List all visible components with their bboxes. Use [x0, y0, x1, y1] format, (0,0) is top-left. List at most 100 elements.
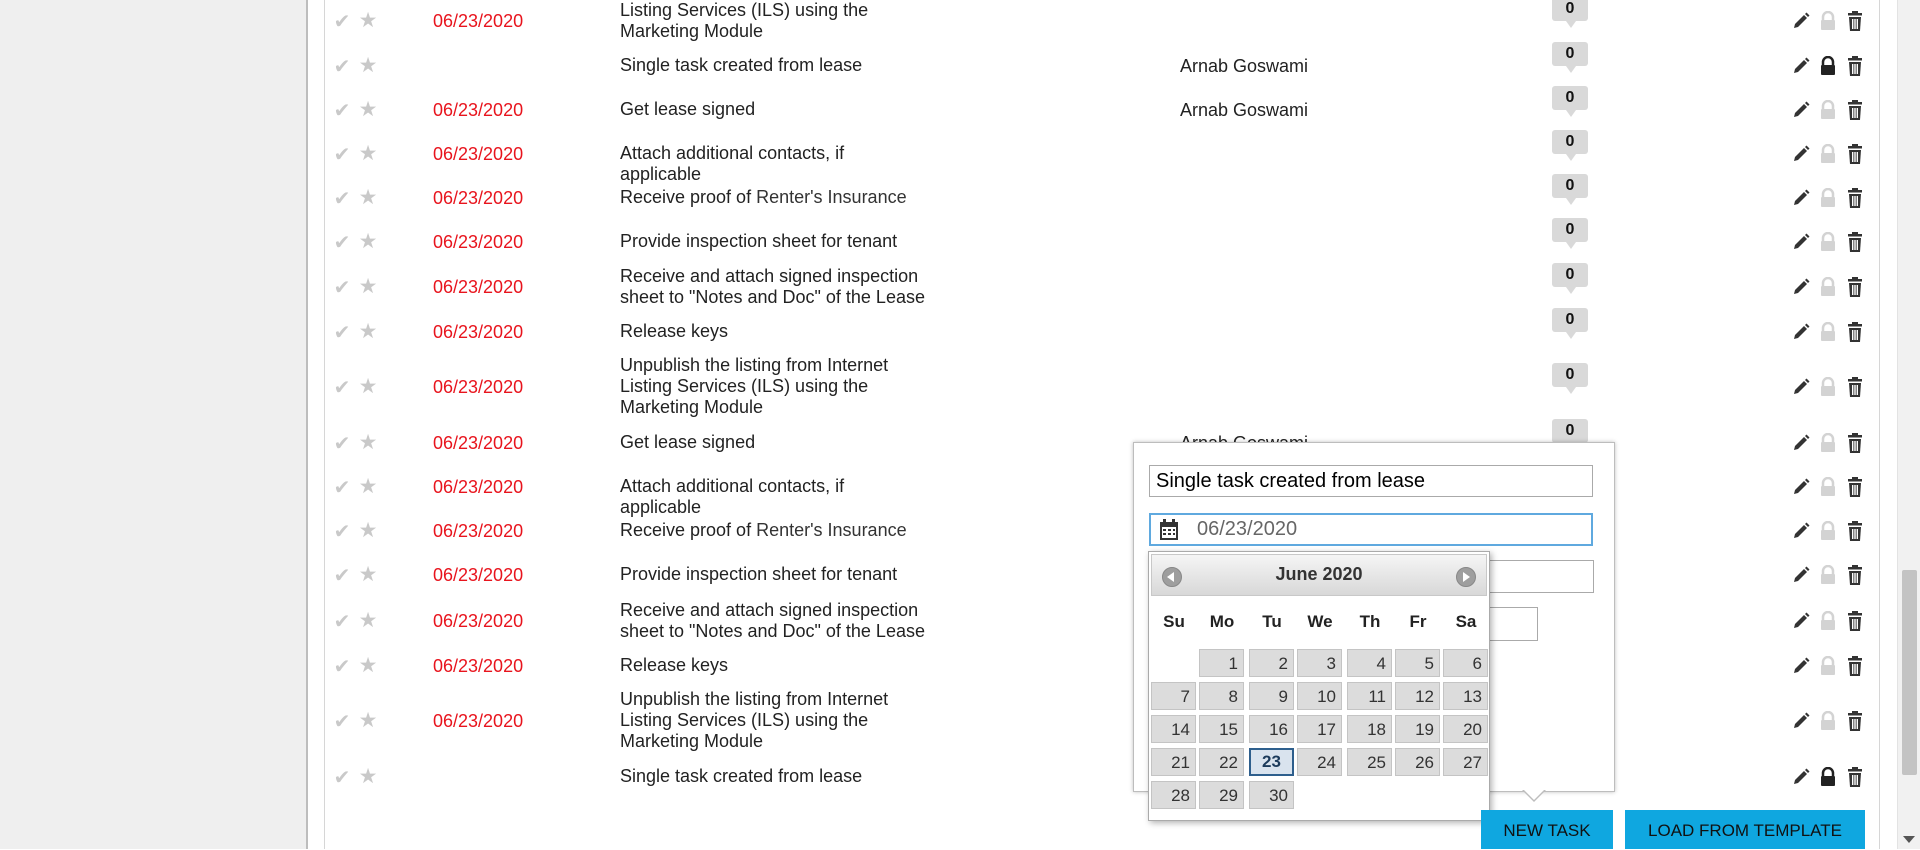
calendar-day[interactable]: 12	[1395, 682, 1440, 710]
star-icon[interactable]: ★	[356, 185, 380, 210]
lock-icon[interactable]	[1817, 54, 1839, 78]
check-icon[interactable]: ✔	[330, 431, 354, 456]
comment-count-badge[interactable]: 0	[1552, 418, 1588, 450]
pencil-icon[interactable]	[1790, 98, 1812, 122]
star-icon[interactable]: ★	[356, 474, 380, 499]
trash-icon[interactable]	[1844, 230, 1866, 254]
check-icon[interactable]: ✔	[330, 9, 354, 34]
pencil-icon[interactable]	[1790, 9, 1812, 33]
star-icon[interactable]: ★	[356, 8, 380, 33]
lock-icon[interactable]	[1817, 186, 1839, 210]
trash-icon[interactable]	[1844, 275, 1866, 299]
calendar-day[interactable]: 18	[1347, 715, 1392, 743]
trash-icon[interactable]	[1844, 519, 1866, 543]
calendar-day[interactable]: 4	[1347, 649, 1392, 677]
due-date-input[interactable]	[1149, 513, 1593, 546]
lock-icon[interactable]	[1817, 519, 1839, 543]
check-icon[interactable]: ✔	[330, 54, 354, 79]
lock-icon[interactable]	[1817, 609, 1839, 633]
star-icon[interactable]: ★	[356, 97, 380, 122]
check-icon[interactable]: ✔	[330, 519, 354, 544]
lock-icon[interactable]	[1817, 9, 1839, 33]
calendar-day[interactable]: 1	[1199, 649, 1244, 677]
check-icon[interactable]: ✔	[330, 654, 354, 679]
task-title-input[interactable]	[1149, 465, 1593, 497]
comment-count-badge[interactable]: 0	[1552, 0, 1588, 28]
calendar-day[interactable]: 15	[1199, 715, 1244, 743]
comment-count-badge[interactable]: 0	[1552, 217, 1588, 249]
star-icon[interactable]: ★	[356, 319, 380, 344]
star-icon[interactable]: ★	[356, 764, 380, 789]
calendar-day[interactable]: 20	[1443, 715, 1488, 743]
scrollbar[interactable]	[1897, 0, 1920, 849]
calendar-day[interactable]: 26	[1395, 748, 1440, 776]
check-icon[interactable]: ✔	[330, 98, 354, 123]
pencil-icon[interactable]	[1790, 609, 1812, 633]
pencil-icon[interactable]	[1790, 142, 1812, 166]
lock-icon[interactable]	[1817, 654, 1839, 678]
check-icon[interactable]: ✔	[330, 563, 354, 588]
check-icon[interactable]: ✔	[330, 709, 354, 734]
pencil-icon[interactable]	[1790, 54, 1812, 78]
check-icon[interactable]: ✔	[330, 609, 354, 634]
lock-icon[interactable]	[1817, 563, 1839, 587]
check-icon[interactable]: ✔	[330, 765, 354, 790]
trash-icon[interactable]	[1844, 709, 1866, 733]
pencil-icon[interactable]	[1790, 519, 1812, 543]
pencil-icon[interactable]	[1790, 765, 1812, 789]
calendar-day[interactable]: 17	[1297, 715, 1342, 743]
pencil-icon[interactable]	[1790, 431, 1812, 455]
pencil-icon[interactable]	[1790, 654, 1812, 678]
calendar-day[interactable]: 24	[1297, 748, 1342, 776]
pencil-icon[interactable]	[1790, 186, 1812, 210]
calendar-day[interactable]: 13	[1443, 682, 1488, 710]
calendar-day[interactable]: 16	[1249, 715, 1294, 743]
lock-icon[interactable]	[1817, 98, 1839, 122]
scroll-down-arrow[interactable]	[1903, 836, 1915, 843]
trash-icon[interactable]	[1844, 54, 1866, 78]
calendar-day[interactable]: 2	[1249, 649, 1294, 677]
lock-icon[interactable]	[1817, 142, 1839, 166]
trash-icon[interactable]	[1844, 9, 1866, 33]
comment-count-badge[interactable]: 0	[1552, 41, 1588, 73]
star-icon[interactable]: ★	[356, 653, 380, 678]
star-icon[interactable]: ★	[356, 141, 380, 166]
star-icon[interactable]: ★	[356, 608, 380, 633]
calendar-day[interactable]: 11	[1347, 682, 1392, 710]
calendar-day[interactable]: 8	[1199, 682, 1244, 710]
calendar-day[interactable]: 3	[1297, 649, 1342, 677]
pencil-icon[interactable]	[1790, 230, 1812, 254]
calendar-day[interactable]: 6	[1443, 649, 1488, 677]
lock-icon[interactable]	[1817, 375, 1839, 399]
star-icon[interactable]: ★	[356, 229, 380, 254]
calendar-day[interactable]: 29	[1199, 781, 1244, 809]
calendar-day[interactable]: 30	[1249, 781, 1294, 809]
lock-icon[interactable]	[1817, 230, 1839, 254]
trash-icon[interactable]	[1844, 186, 1866, 210]
calendar-day[interactable]: 14	[1151, 715, 1196, 743]
trash-icon[interactable]	[1844, 654, 1866, 678]
trash-icon[interactable]	[1844, 765, 1866, 789]
pencil-icon[interactable]	[1790, 320, 1812, 344]
calendar-day[interactable]: 9	[1249, 682, 1294, 710]
comment-count-badge[interactable]: 0	[1552, 263, 1588, 294]
assignee-field[interactable]	[1480, 560, 1594, 593]
trash-icon[interactable]	[1844, 142, 1866, 166]
star-icon[interactable]: ★	[356, 274, 380, 299]
calendar-day[interactable]: 23	[1249, 748, 1294, 776]
trash-icon[interactable]	[1844, 375, 1866, 399]
lock-icon[interactable]	[1817, 475, 1839, 499]
renters-insurance-link[interactable]: Renter's Insurance	[756, 520, 907, 540]
new-task-button[interactable]: NEW TASK	[1481, 810, 1613, 849]
lock-icon[interactable]	[1817, 709, 1839, 733]
check-icon[interactable]: ✔	[330, 142, 354, 167]
star-icon[interactable]: ★	[356, 562, 380, 587]
pencil-icon[interactable]	[1790, 375, 1812, 399]
calendar-day[interactable]: 25	[1347, 748, 1392, 776]
check-icon[interactable]: ✔	[330, 186, 354, 211]
lock-icon[interactable]	[1817, 431, 1839, 455]
calendar-icon[interactable]	[1159, 519, 1179, 541]
star-icon[interactable]: ★	[356, 430, 380, 455]
lock-icon[interactable]	[1817, 765, 1839, 789]
check-icon[interactable]: ✔	[330, 475, 354, 500]
